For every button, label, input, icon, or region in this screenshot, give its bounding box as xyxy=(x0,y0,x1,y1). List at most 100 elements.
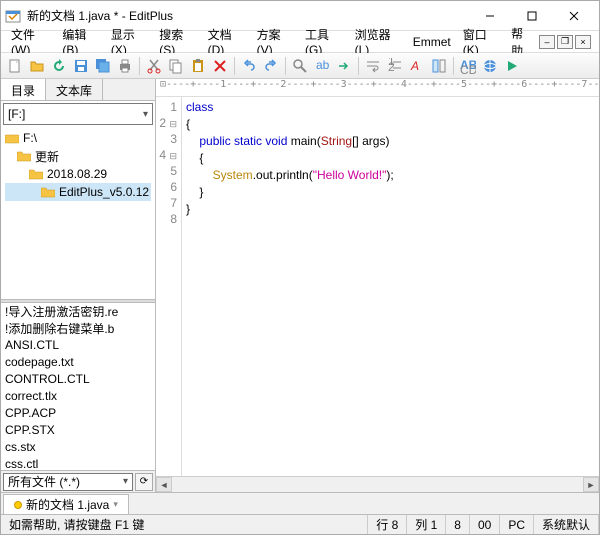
list-item[interactable]: CONTROL.CTL xyxy=(1,371,155,388)
list-item[interactable]: correct.tlx xyxy=(1,388,155,405)
tree-item-folder-selected[interactable]: EditPlus_v5.0.12 xyxy=(5,183,151,201)
document-tab-label: 新的文档 1.java xyxy=(26,496,109,513)
status-encoding: 系统默认 xyxy=(534,515,599,534)
line-number: 2 ⊟ xyxy=(156,115,177,131)
linenum-icon[interactable]: 12 xyxy=(385,56,405,76)
scroll-right-icon[interactable]: ► xyxy=(583,477,599,492)
delete-icon[interactable] xyxy=(210,56,230,76)
mdi-minimize-icon[interactable]: – xyxy=(539,35,555,49)
mdi-close-icon[interactable]: × xyxy=(575,35,591,49)
line-number: 7 xyxy=(156,195,177,211)
columnsel-icon[interactable] xyxy=(429,56,449,76)
file-filter-label: 所有文件 (*.*) xyxy=(8,473,80,490)
browser-icon[interactable] xyxy=(480,56,500,76)
reload-icon[interactable] xyxy=(49,56,69,76)
toolbar-separator xyxy=(139,57,140,75)
list-item[interactable]: !导入注册激活密钥.re xyxy=(1,303,155,320)
save-all-icon[interactable] xyxy=(93,56,113,76)
drive-select[interactable]: [F:] ▾ xyxy=(3,103,153,125)
toolbar-separator xyxy=(453,57,454,75)
fold-icon[interactable]: ⊟ xyxy=(169,119,177,129)
list-item[interactable]: ANSI.CTL xyxy=(1,337,155,354)
line-gutter: 1 2 ⊟ 3 4 ⊟ 5 6 7 8 xyxy=(156,97,182,476)
line-number: 5 xyxy=(156,163,177,179)
run-icon[interactable] xyxy=(502,56,522,76)
find-icon[interactable] xyxy=(290,56,310,76)
status-column: 列 1 xyxy=(407,515,446,534)
file-filter-row: 所有文件 (*.*) ▾ ⟳ xyxy=(1,470,155,492)
replace-icon[interactable]: ab xyxy=(312,56,332,76)
folder-tree[interactable]: F:\ 更新 2018.08.29 EditPlus_v5.0.12 xyxy=(1,127,155,299)
chevron-down-icon: ▾ xyxy=(143,109,148,120)
drive-select-label: [F:] xyxy=(8,107,25,121)
list-item[interactable]: !添加删除右键菜单.b xyxy=(1,320,155,337)
save-icon[interactable] xyxy=(71,56,91,76)
code-editor[interactable]: class { public static void main(String[]… xyxy=(182,97,599,476)
list-item[interactable]: css.ctl xyxy=(1,456,155,471)
font-icon[interactable]: A xyxy=(407,56,427,76)
document-tab[interactable]: 新的文档 1.java ▾ xyxy=(3,494,129,514)
tree-label: 2018.08.29 xyxy=(47,167,107,181)
window-title: 新的文档 1.java * - EditPlus xyxy=(27,7,469,24)
scroll-left-icon[interactable]: ◄ xyxy=(156,477,172,492)
mdi-controls: – ❐ × xyxy=(539,35,595,49)
paste-icon[interactable] xyxy=(188,56,208,76)
filter-refresh-icon[interactable]: ⟳ xyxy=(135,473,153,491)
cut-icon[interactable] xyxy=(144,56,164,76)
goto-icon[interactable] xyxy=(334,56,354,76)
sidebar-tabs: 目录 文本库 xyxy=(1,79,155,101)
svg-text:A: A xyxy=(410,59,419,73)
tab-dropdown-icon[interactable]: ▾ xyxy=(113,499,118,510)
redo-icon[interactable] xyxy=(261,56,281,76)
close-button[interactable] xyxy=(553,2,595,30)
line-number: 3 xyxy=(156,131,177,147)
status-mode: PC xyxy=(500,515,534,534)
statusbar: 如需帮助, 请按键盘 F1 键 行 8 列 1 8 00 PC 系统默认 xyxy=(1,514,599,534)
sidebar: 目录 文本库 [F:] ▾ F:\ 更新 2018.08.29 EditPlus… xyxy=(1,79,156,492)
fold-icon[interactable]: ⊟ xyxy=(169,151,177,161)
tree-label: EditPlus_v5.0.12 xyxy=(59,185,149,199)
code-container: 1 2 ⊟ 3 4 ⊟ 5 6 7 8 class { public stati… xyxy=(156,97,599,476)
toolbar-separator xyxy=(234,57,235,75)
line-number: 6 xyxy=(156,179,177,195)
undo-icon[interactable] xyxy=(239,56,259,76)
file-list[interactable]: !导入注册激活密钥.re !添加删除右键菜单.b ANSI.CTL codepa… xyxy=(1,303,155,471)
new-file-icon[interactable] xyxy=(5,56,25,76)
status-value1: 8 xyxy=(446,515,470,534)
menubar: 文件(W) 编辑(B) 显示(X) 搜索(S) 文档(D) 方案(V) 工具(G… xyxy=(1,31,599,53)
wordwrap-icon[interactable] xyxy=(363,56,383,76)
tree-label: 更新 xyxy=(35,148,59,165)
horizontal-scrollbar[interactable]: ◄ ► xyxy=(156,476,599,492)
line-number: 4 ⊟ xyxy=(156,147,177,163)
tree-item-folder[interactable]: 更新 xyxy=(5,147,151,165)
editor-area: ⊡----+----1----+----2----+----3----+----… xyxy=(156,79,599,492)
main-area: 目录 文本库 [F:] ▾ F:\ 更新 2018.08.29 EditPlus… xyxy=(1,79,599,492)
list-item[interactable]: codepage.txt xyxy=(1,354,155,371)
chevron-down-icon: ▾ xyxy=(123,476,128,487)
line-number: 1 xyxy=(156,99,177,115)
app-icon xyxy=(5,8,21,24)
mdi-restore-icon[interactable]: ❐ xyxy=(557,35,573,49)
copy-icon[interactable] xyxy=(166,56,186,76)
tree-label: F:\ xyxy=(23,131,37,145)
svg-text:CD: CD xyxy=(460,63,476,74)
open-file-icon[interactable] xyxy=(27,56,47,76)
document-tabs: 新的文档 1.java ▾ xyxy=(1,492,599,514)
list-item[interactable]: CPP.ACP xyxy=(1,405,155,422)
line-number: 8 xyxy=(156,211,177,227)
status-line: 行 8 xyxy=(368,515,407,534)
tree-item-folder[interactable]: 2018.08.29 xyxy=(5,165,151,183)
list-item[interactable]: CPP.STX xyxy=(1,422,155,439)
list-item[interactable]: cs.stx xyxy=(1,439,155,456)
sidebar-tab-library[interactable]: 文本库 xyxy=(46,79,103,100)
scroll-track[interactable] xyxy=(172,477,583,492)
file-filter-select[interactable]: 所有文件 (*.*) ▾ xyxy=(3,473,133,491)
toolbar-separator xyxy=(285,57,286,75)
toolbar-separator xyxy=(358,57,359,75)
sidebar-tab-directory[interactable]: 目录 xyxy=(1,79,46,100)
ruler: ⊡----+----1----+----2----+----3----+----… xyxy=(156,79,599,97)
print-icon[interactable] xyxy=(115,56,135,76)
tree-item-drive[interactable]: F:\ xyxy=(5,129,151,147)
menu-emmet[interactable]: Emmet xyxy=(407,33,457,51)
highlight-icon[interactable]: ABCD xyxy=(458,56,478,76)
